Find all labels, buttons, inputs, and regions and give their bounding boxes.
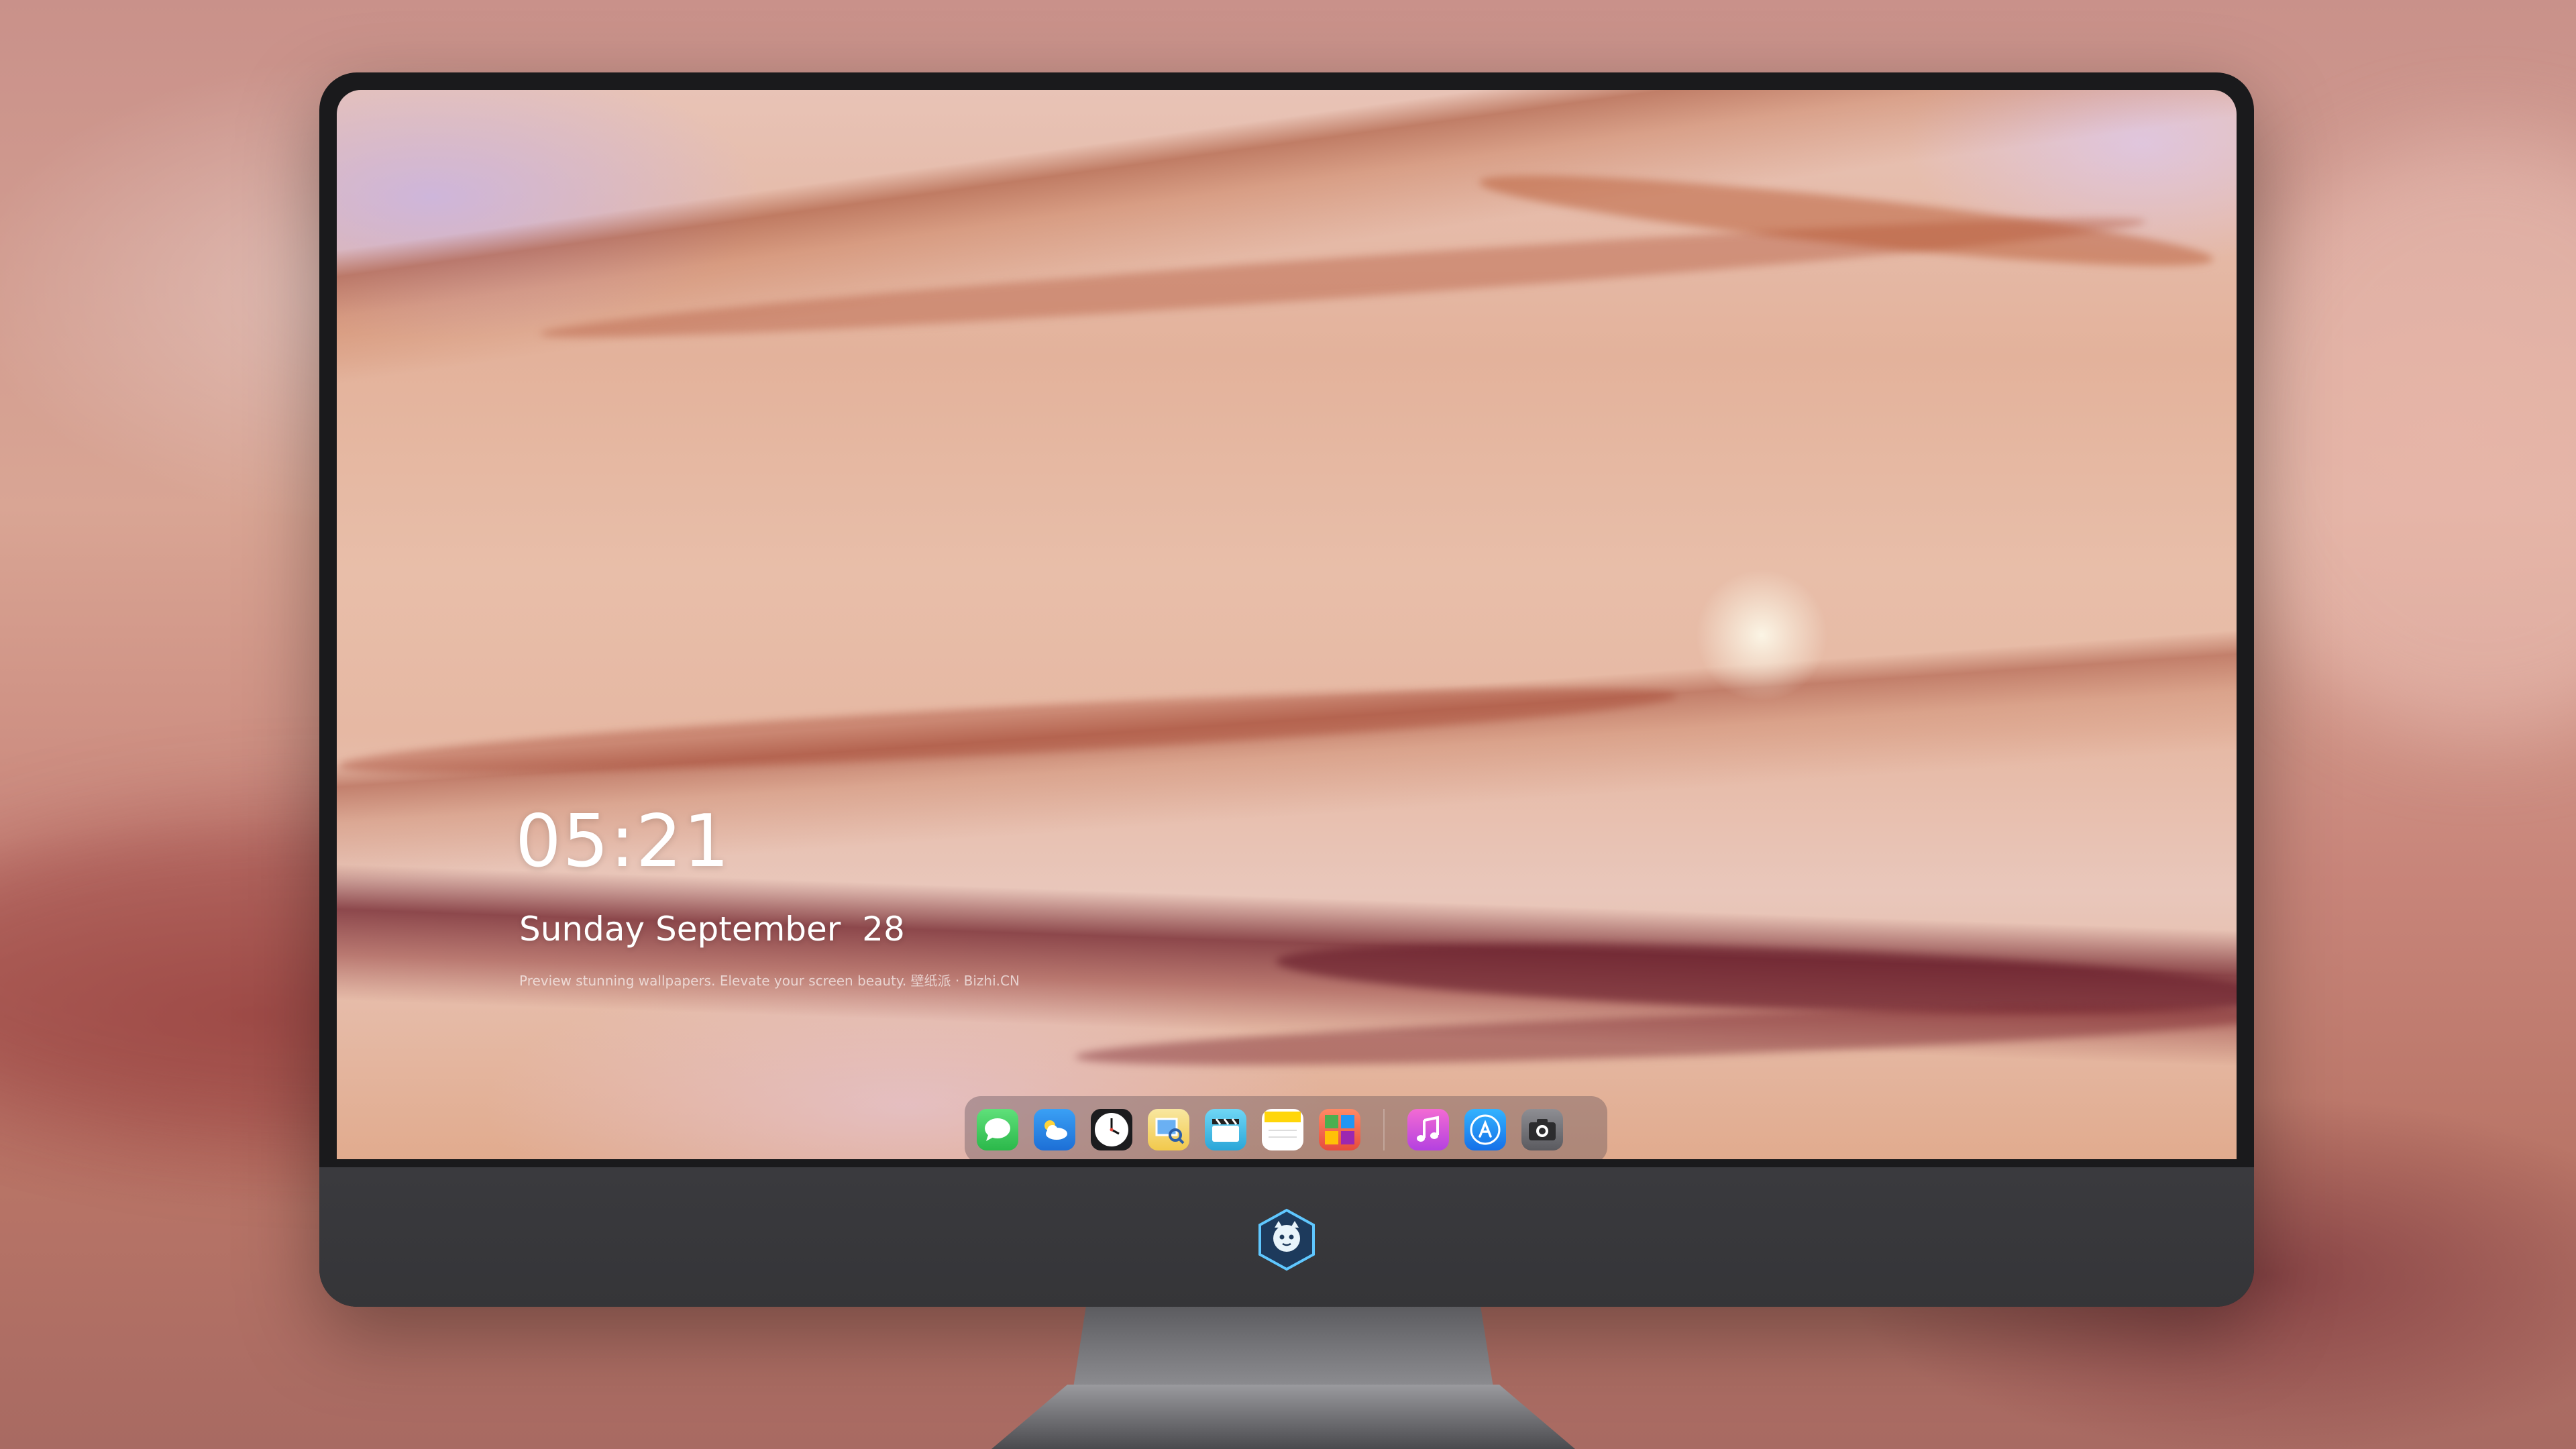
dock-app-notes[interactable] [1262, 1109, 1303, 1150]
lock-screen-tagline: Preview stunning wallpapers. Elevate you… [519, 973, 1020, 989]
dock-app-preview[interactable] [1148, 1109, 1189, 1150]
desktop-background: 05:21 Sunday September 28 Preview stunni… [0, 0, 2576, 1449]
wallpaper-texture [337, 672, 1679, 790]
notes-icon [1265, 1112, 1301, 1138]
dock [965, 1096, 1607, 1159]
clock-icon [1095, 1113, 1128, 1146]
dock-app-messages[interactable] [977, 1109, 1018, 1150]
camera-icon [1529, 1119, 1556, 1140]
dock-app-photo-booth[interactable] [1319, 1109, 1360, 1150]
lock-screen[interactable]: 05:21 Sunday September 28 Preview stunni… [337, 90, 2237, 1159]
dock-app-clips[interactable] [1205, 1109, 1246, 1150]
wallpaper-texture [1074, 994, 2237, 1077]
weather-icon [1044, 1120, 1067, 1140]
messages-icon [985, 1118, 1010, 1141]
mascot-logo-icon [1258, 1208, 1315, 1271]
preview-icon [1155, 1118, 1185, 1144]
dock-separator [1383, 1109, 1385, 1150]
monitor-stand-base [991, 1385, 1575, 1449]
dock-app-app-store[interactable] [1464, 1109, 1506, 1150]
dock-app-clock[interactable] [1091, 1109, 1132, 1150]
clips-icon [1212, 1118, 1239, 1142]
dock-app-camera[interactable] [1521, 1109, 1563, 1150]
background-blur-glow [2214, 134, 2576, 738]
photo-booth-icon [1325, 1115, 1354, 1144]
monitor-chin [319, 1167, 2254, 1307]
monitor: 05:21 Sunday September 28 Preview stunni… [319, 72, 2254, 1307]
lock-screen-time: 05:21 [515, 800, 731, 883]
dock-app-music[interactable] [1407, 1109, 1449, 1150]
lock-screen-date: Sunday September 28 [519, 910, 905, 949]
monitor-stand-neck [1073, 1307, 1493, 1387]
app-store-icon [1470, 1114, 1501, 1145]
dock-app-weather[interactable] [1034, 1109, 1075, 1150]
music-icon [1417, 1116, 1439, 1142]
